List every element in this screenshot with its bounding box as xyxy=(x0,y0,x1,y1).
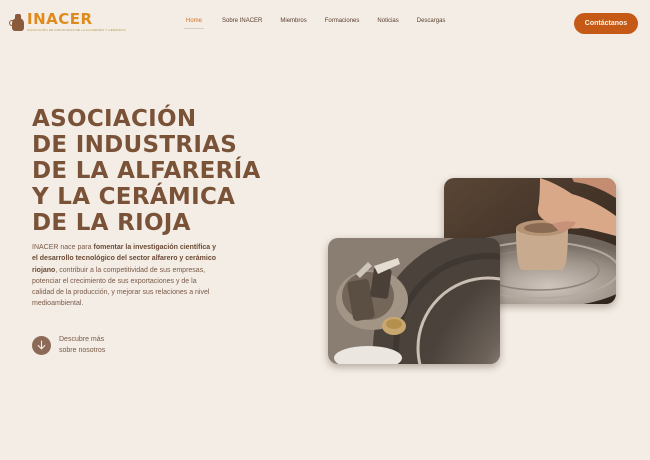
nav-formaciones[interactable]: Formaciones xyxy=(325,18,360,24)
logo-name: INACER xyxy=(27,10,93,28)
hero-title-line: DE INDUSTRIAS xyxy=(32,132,238,158)
pottery-jar-icon xyxy=(9,12,25,32)
hero-title-line: Y LA CERÁMICA xyxy=(32,184,236,210)
discover-more-label[interactable]: Descubre más sobre nosotros xyxy=(59,334,119,356)
hero-title-line: DE LA ALFARERÍA xyxy=(32,158,261,184)
nav-sobre-inacer[interactable]: Sobre INACER xyxy=(222,18,262,24)
nav-home[interactable]: Home xyxy=(183,18,205,29)
logo[interactable]: INACER ASOCIACIÓN DE INDUSTRIAS DE LA AL… xyxy=(9,10,126,32)
hero-text-part: INACER nace para xyxy=(32,244,94,251)
discover-line: Descubre más xyxy=(59,336,105,343)
main-nav: Home Sobre INACER Miembros Formaciones N… xyxy=(183,18,464,29)
hero-text-part: , contribuir a la competitividad de sus … xyxy=(32,266,210,308)
site-header: INACER ASOCIACIÓN DE INDUSTRIAS DE LA AL… xyxy=(0,0,650,46)
nav-noticias[interactable]: Noticias xyxy=(377,18,398,24)
hero-title-line: DE LA RIOJA xyxy=(32,210,191,236)
nav-miembros[interactable]: Miembros xyxy=(280,18,306,24)
hero-title: ASOCIACIÓN DE INDUSTRIAS DE LA ALFARERÍA… xyxy=(32,106,292,236)
hero-description: INACER nace para fomentar la investigaci… xyxy=(32,242,217,310)
discover-more-link[interactable]: Descubre más sobre nosotros xyxy=(32,334,119,356)
logo-tagline: ASOCIACIÓN DE INDUSTRIAS DE LA ALFARERÍA… xyxy=(27,28,126,32)
contact-button[interactable]: Contáctanos xyxy=(574,13,638,34)
nav-descargas[interactable]: Descargas xyxy=(417,18,446,24)
discover-line: sobre nosotros xyxy=(59,347,106,354)
clay-tools-photo xyxy=(328,238,500,364)
arrow-down-icon[interactable] xyxy=(32,335,51,355)
hero-title-line: ASOCIACIÓN xyxy=(32,106,197,132)
